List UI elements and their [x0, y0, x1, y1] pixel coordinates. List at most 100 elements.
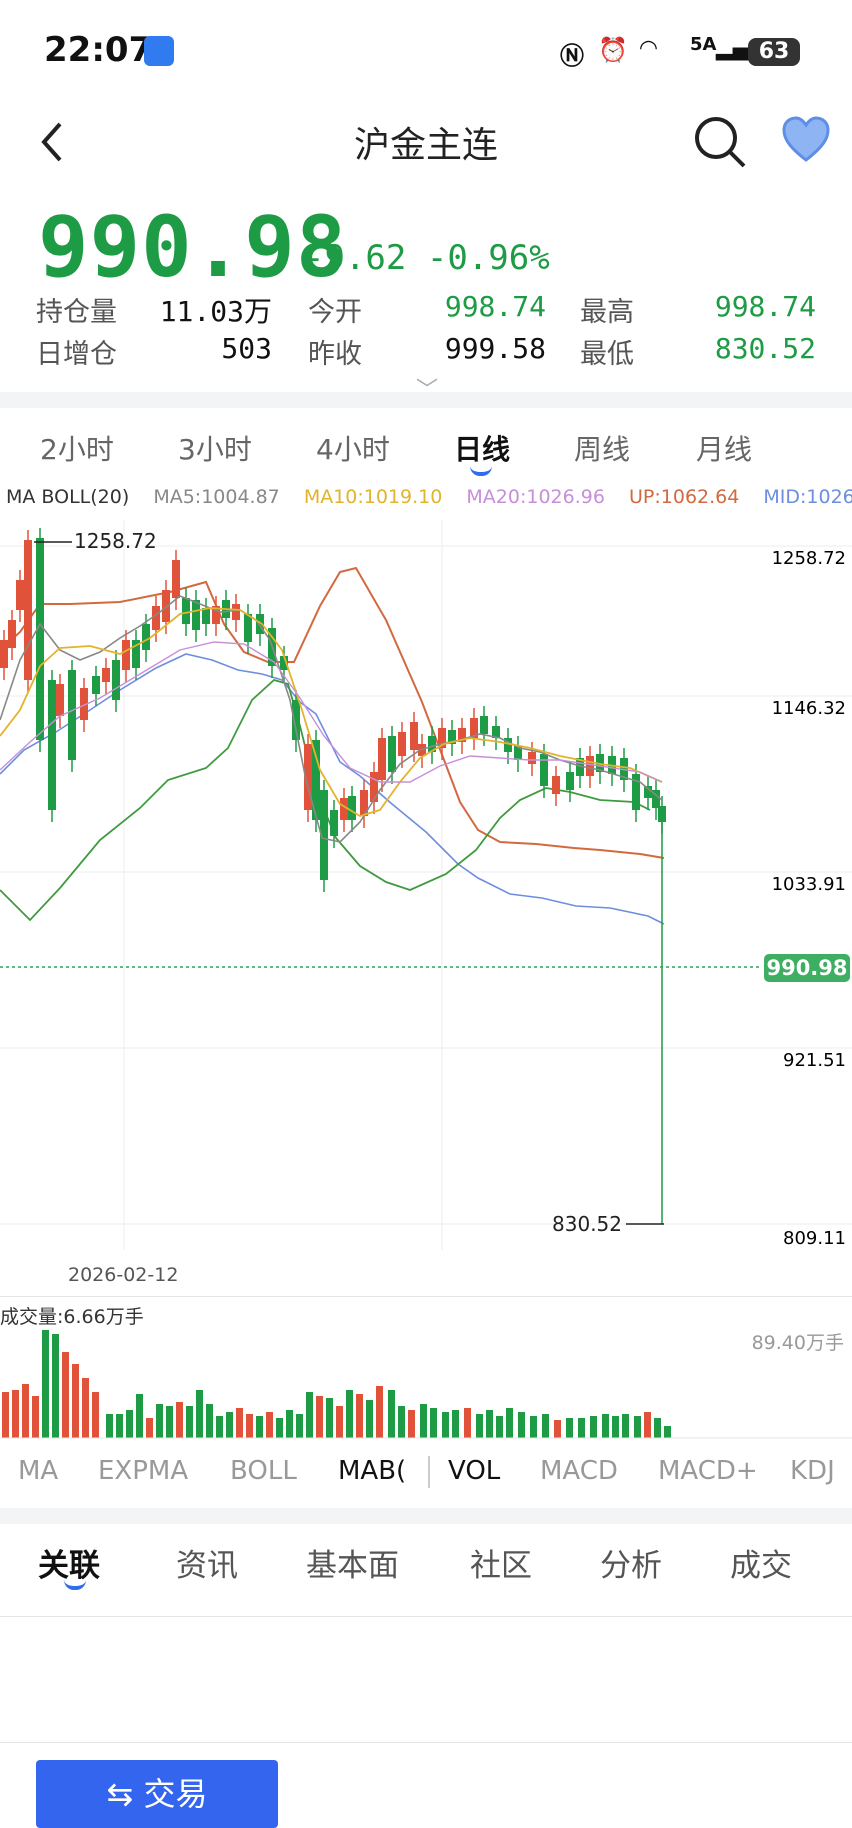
nav-bar: 沪金主连: [0, 100, 852, 186]
tab-boll[interactable]: BOLL: [230, 1456, 297, 1486]
candle-body: [152, 606, 160, 630]
stat-value: 999.58: [444, 332, 546, 365]
change-value: -9.62: [304, 238, 407, 278]
volume-bar: [326, 1398, 333, 1438]
favorite-button[interactable]: [780, 114, 832, 170]
volume-bar: [106, 1414, 113, 1438]
tab-monthly[interactable]: 月线: [696, 428, 752, 468]
volume-bar: [622, 1414, 629, 1438]
volume-bar: [126, 1410, 133, 1438]
tab-vol[interactable]: VOL: [448, 1456, 500, 1486]
candlestick-chart[interactable]: 1258.72 1146.32 1033.91 921.51 809.11 12…: [0, 520, 852, 1250]
tab-kdj[interactable]: KDJ: [790, 1456, 835, 1486]
candle-body: [232, 604, 240, 620]
volume-bar: [236, 1408, 243, 1438]
volume-bar: [346, 1390, 353, 1438]
tab-mab[interactable]: MAB(: [338, 1456, 406, 1486]
indicator-legend: MA BOLL(20) MA5:1004.87 MA10:1019.10 MA2…: [0, 486, 852, 516]
ma10-line: [0, 607, 663, 817]
volume-bar: [176, 1402, 183, 1438]
volume-bar: [166, 1406, 173, 1438]
low-marker-label: 830.52: [552, 1212, 622, 1236]
tab-weekly[interactable]: 周线: [574, 428, 630, 468]
volume-bar: [266, 1412, 273, 1438]
candle-body: [398, 732, 406, 756]
candle-body: [244, 614, 252, 642]
ma20-value: MA20:1026.96: [466, 486, 605, 508]
volume-bar: [542, 1414, 549, 1438]
stat-value: 830.52: [714, 332, 816, 365]
price-change: -9.62 -0.96%: [304, 238, 550, 278]
tab-related[interactable]: 关联: [38, 1540, 100, 1585]
tab-community[interactable]: 社区: [470, 1540, 532, 1585]
swap-icon: ⇆: [106, 1775, 134, 1813]
stat-value: 998.74: [714, 290, 816, 323]
candle-body: [202, 608, 210, 624]
back-button[interactable]: [36, 118, 68, 174]
volume-bar: [306, 1392, 313, 1438]
candle-body: [348, 796, 356, 820]
volume-bar: [602, 1414, 609, 1438]
volume-bar: [226, 1412, 233, 1438]
tab-expma[interactable]: EXPMA: [98, 1456, 188, 1486]
volume-bar: [612, 1416, 619, 1438]
volume-bar: [644, 1412, 651, 1438]
candle-body: [586, 756, 594, 776]
tab-fundamentals[interactable]: 基本面: [306, 1540, 399, 1585]
candle-body: [8, 620, 16, 648]
volume-bar: [420, 1404, 427, 1438]
tab-news[interactable]: 资讯: [176, 1540, 238, 1585]
tab-macd[interactable]: MACD: [540, 1456, 618, 1486]
tab-2h[interactable]: 2小时: [40, 428, 114, 468]
candle-body: [122, 640, 130, 670]
volume-bar: [22, 1384, 29, 1438]
chart-grid: [0, 520, 852, 1250]
ma20-line: [0, 641, 663, 783]
volume-bar: [52, 1334, 59, 1438]
tab-analysis[interactable]: 分析: [600, 1540, 662, 1585]
divider: [0, 1296, 852, 1297]
candle-body: [112, 660, 120, 700]
candle-body: [24, 540, 32, 680]
candle-body: [566, 772, 574, 790]
trade-button[interactable]: ⇆ 交易: [36, 1760, 278, 1828]
volume-bar: [566, 1418, 573, 1438]
volume-bar: [654, 1418, 661, 1438]
tab-3h[interactable]: 3小时: [178, 428, 252, 468]
divider: [428, 1456, 430, 1488]
volume-bar: [92, 1392, 99, 1438]
y-tick: 1146.32: [772, 698, 846, 719]
volume-bar: [62, 1352, 69, 1438]
search-button[interactable]: [692, 114, 748, 174]
volume-bar: [398, 1406, 405, 1438]
volume-title: 成交量:6.66万手: [0, 1306, 144, 1328]
change-percent: -0.96%: [426, 238, 550, 278]
volume-bar: [196, 1390, 203, 1438]
volume-bar: [464, 1408, 471, 1438]
volume-bar: [476, 1414, 483, 1438]
tab-trades[interactable]: 成交: [730, 1540, 792, 1585]
tab-macd-plus[interactable]: MACD+: [658, 1456, 758, 1486]
tab-daily[interactable]: 日线: [454, 428, 510, 468]
candle-body: [410, 722, 418, 750]
candle-body: [16, 580, 24, 610]
volume-bar: [590, 1416, 597, 1438]
active-tab-indicator: [470, 466, 492, 476]
volume-bars: [2, 1330, 671, 1438]
search-icon: [695, 117, 746, 168]
stat-label: 今开: [308, 297, 362, 328]
heart-icon: [782, 116, 830, 162]
candle-body: [68, 670, 76, 760]
battery-icon: 63: [748, 38, 800, 66]
tab-4h[interactable]: 4小时: [316, 428, 390, 468]
status-bar: 22:07 Ⓝ ⏰ ◠ 5A ▂▄▆ 63: [0, 0, 852, 100]
volume-bar: [146, 1418, 153, 1438]
tab-ma[interactable]: MA: [18, 1456, 58, 1486]
volume-bar: [256, 1416, 263, 1438]
volume-bar: [72, 1364, 79, 1438]
volume-bar: [32, 1396, 39, 1438]
volume-bar: [116, 1414, 123, 1438]
candle-body: [0, 640, 8, 668]
volume-bar: [186, 1406, 193, 1438]
nfc-icon: Ⓝ: [560, 42, 584, 70]
